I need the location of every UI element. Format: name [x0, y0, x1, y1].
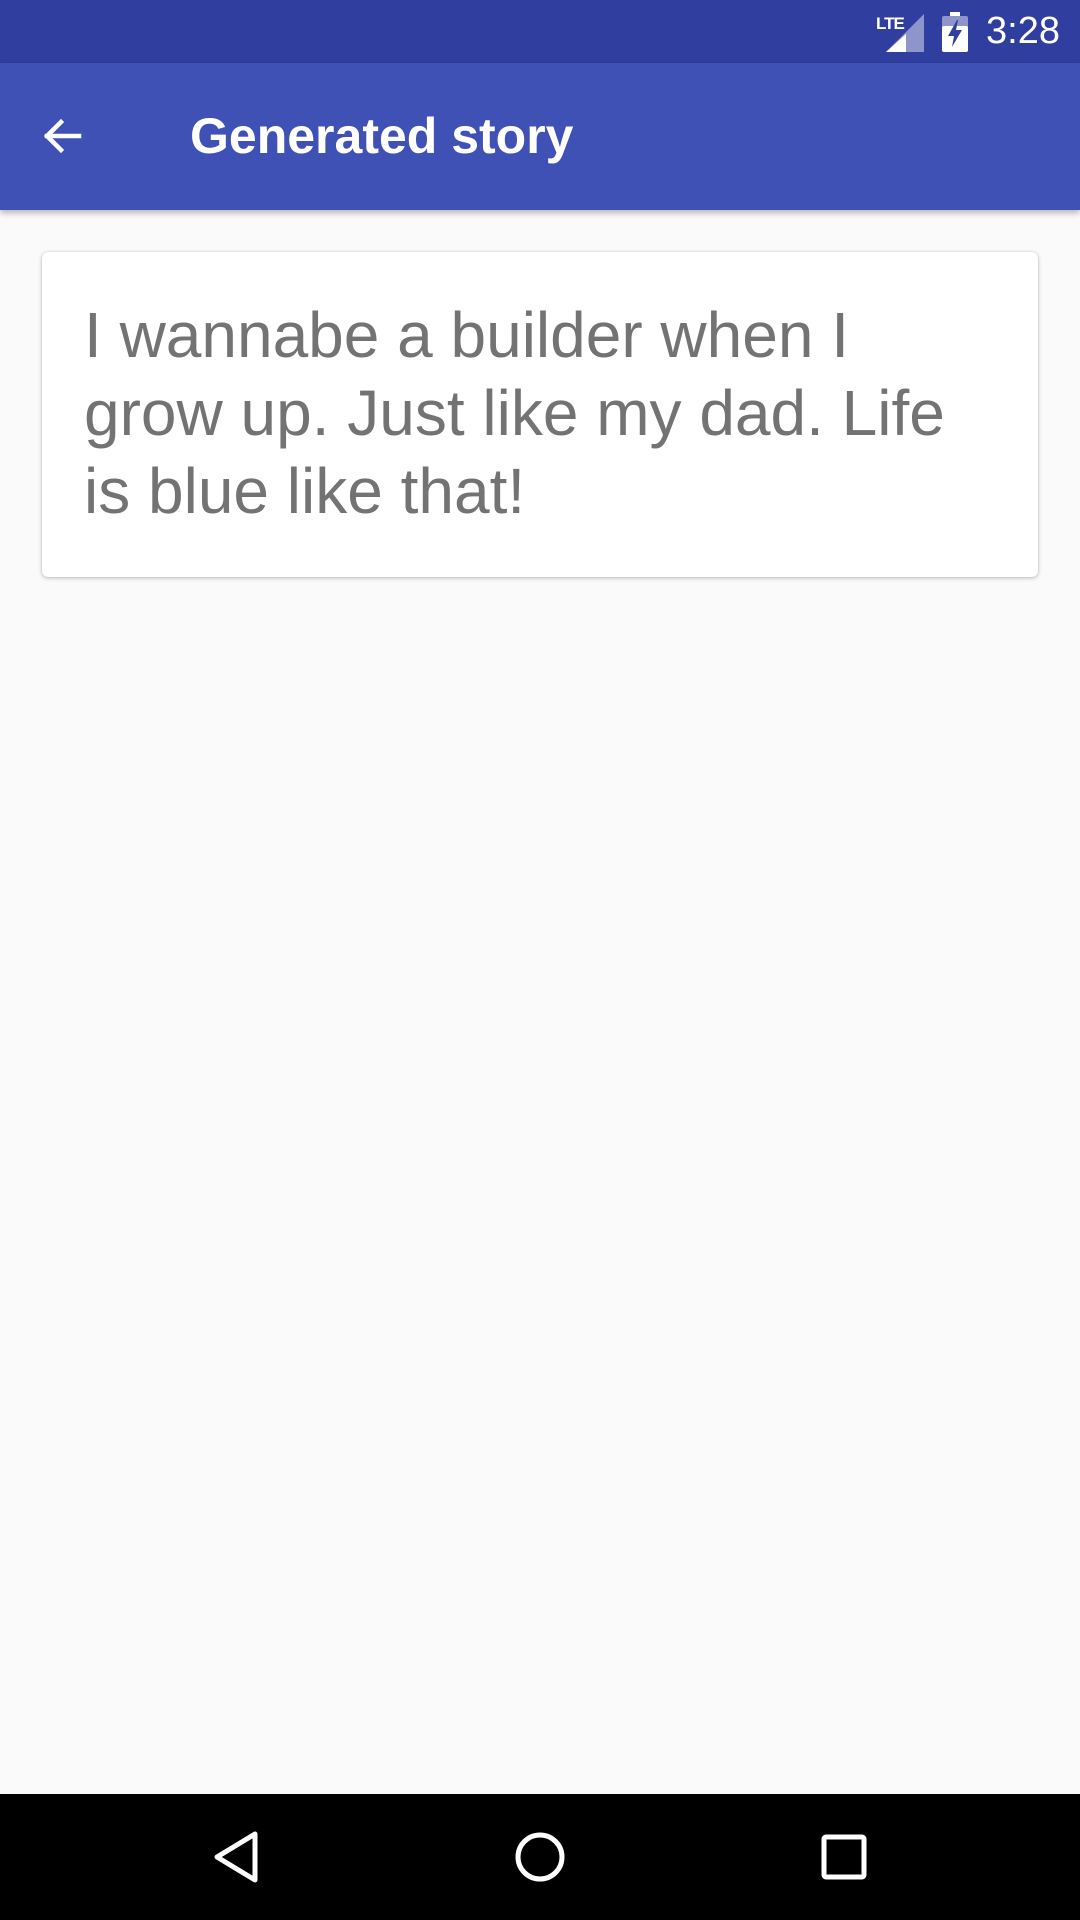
- nav-home-icon: [515, 1832, 565, 1882]
- main-content: I wannabe a builder when I grow up. Just…: [0, 210, 1080, 1794]
- nav-recents-icon: [821, 1834, 867, 1880]
- arrow-back-icon: [43, 118, 82, 154]
- network-type-label: LTE: [876, 13, 905, 33]
- signal-indicator: LTE: [876, 12, 925, 52]
- status-icons: LTE 3:28: [876, 0, 1060, 63]
- status-clock: 3:28: [986, 10, 1060, 52]
- navigation-bar: [0, 1794, 1080, 1920]
- nav-back-icon: [214, 1831, 258, 1883]
- nav-back-button[interactable]: [201, 1822, 271, 1892]
- battery-charging-icon: [942, 11, 969, 52]
- back-button[interactable]: [30, 103, 96, 169]
- story-card: I wannabe a builder when I grow up. Just…: [42, 252, 1038, 577]
- nav-home-button[interactable]: [505, 1822, 575, 1892]
- story-text: I wannabe a builder when I grow up. Just…: [84, 299, 945, 527]
- page-title: Generated story: [190, 108, 574, 164]
- app-bar: Generated story: [0, 63, 1080, 210]
- nav-recents-button[interactable]: [809, 1822, 879, 1892]
- status-bar: LTE 3:28: [0, 0, 1080, 63]
